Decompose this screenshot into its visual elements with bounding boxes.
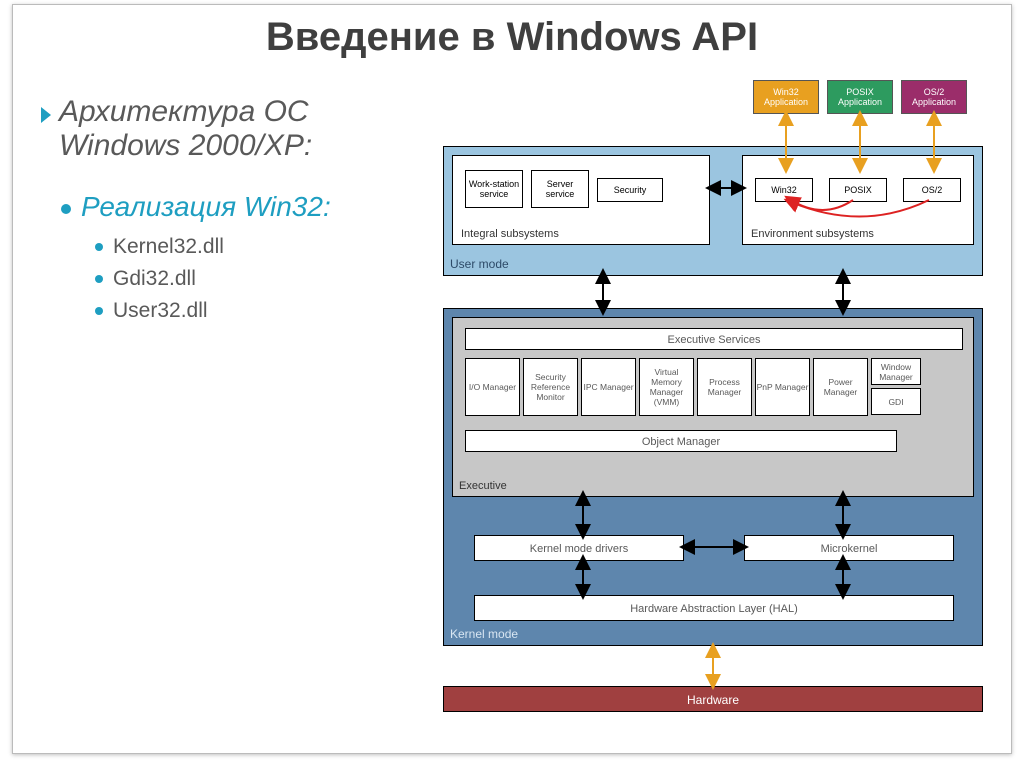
- integral-subsystems-panel: Integral subsystems Work-station service…: [452, 155, 710, 245]
- kernel-mode-panel: Kernel mode Executive Executive Services…: [443, 308, 983, 646]
- arrow-icon: [41, 107, 51, 123]
- os2-app-box: OS/2 Application: [901, 80, 967, 114]
- slide-title: Введение в Windows API: [13, 5, 1011, 60]
- process-manager-box: Process Manager: [697, 358, 752, 416]
- pnp-manager-box: PnP Manager: [755, 358, 810, 416]
- application-row: Win32 Application POSIX Application OS/2…: [753, 80, 967, 114]
- slide: Введение в Windows API Архитектура ОС Wi…: [12, 4, 1012, 754]
- security-box: Security: [597, 178, 663, 202]
- power-manager-box: Power Manager: [813, 358, 868, 416]
- dot-icon: [95, 307, 103, 315]
- bullet-level-2: Реализация Win32:: [61, 191, 431, 223]
- wm-gdi-column: Window Manager GDI: [871, 358, 921, 416]
- posix-app-box: POSIX Application: [827, 80, 893, 114]
- dot-icon: [95, 275, 103, 283]
- workstation-service-box: Work-station service: [465, 170, 523, 208]
- hal-box: Hardware Abstraction Layer (HAL): [474, 595, 954, 621]
- env-subsystems-label: Environment subsystems: [751, 228, 874, 240]
- dot-icon: [95, 243, 103, 251]
- hardware-box: Hardware: [443, 686, 983, 712]
- executive-services-box: Executive Services: [465, 328, 963, 350]
- gdi-box: GDI: [871, 388, 921, 415]
- executive-panel: Executive Executive Services I/O Manager…: [452, 317, 974, 497]
- window-manager-box: Window Manager: [871, 358, 921, 385]
- vmm-box: Virtual Memory Manager (VMM): [639, 358, 694, 416]
- sub-bullet-text: Kernel32.dll: [113, 235, 224, 259]
- integral-subsystems-label: Integral subsystems: [461, 228, 559, 240]
- user-mode-label: User mode: [450, 257, 509, 271]
- srm-box: Security Reference Monitor: [523, 358, 578, 416]
- io-manager-box: I/O Manager: [465, 358, 520, 416]
- ipc-manager-box: IPC Manager: [581, 358, 636, 416]
- kernel-mode-label: Kernel mode: [450, 627, 518, 641]
- bullet-level-3: User32.dll: [95, 299, 431, 323]
- win32-app-box: Win32 Application: [753, 80, 819, 114]
- executive-label: Executive: [459, 480, 507, 492]
- architecture-diagram: Win32 Application POSIX Application OS/2…: [443, 80, 988, 720]
- bullet-2-text: Реализация Win32:: [81, 191, 331, 223]
- user-mode-panel: User mode Integral subsystems Work-stati…: [443, 146, 983, 276]
- posix-subsystem-box: POSIX: [829, 178, 887, 202]
- environment-subsystems-panel: Environment subsystems Win32 POSIX OS/2: [742, 155, 974, 245]
- sub-bullet-text: User32.dll: [113, 299, 208, 323]
- executive-managers-row: I/O Manager Security Reference Monitor I…: [465, 358, 921, 416]
- win32-subsystem-box: Win32: [755, 178, 813, 202]
- bullet-level-3: Kernel32.dll: [95, 235, 431, 259]
- dot-icon: [61, 204, 71, 214]
- bullet-level-3: Gdi32.dll: [95, 267, 431, 291]
- os2-subsystem-box: OS/2: [903, 178, 961, 202]
- bullet-level-1: Архитектура ОС Windows 2000/XP:: [41, 95, 431, 163]
- object-manager-box: Object Manager: [465, 430, 897, 452]
- kernel-mode-drivers-box: Kernel mode drivers: [474, 535, 684, 561]
- server-service-box: Server service: [531, 170, 589, 208]
- microkernel-box: Microkernel: [744, 535, 954, 561]
- bullet-list: Архитектура ОС Windows 2000/XP: Реализац…: [41, 95, 431, 331]
- sub-bullet-text: Gdi32.dll: [113, 267, 196, 291]
- bullet-1-text: Архитектура ОС Windows 2000/XP:: [59, 95, 431, 163]
